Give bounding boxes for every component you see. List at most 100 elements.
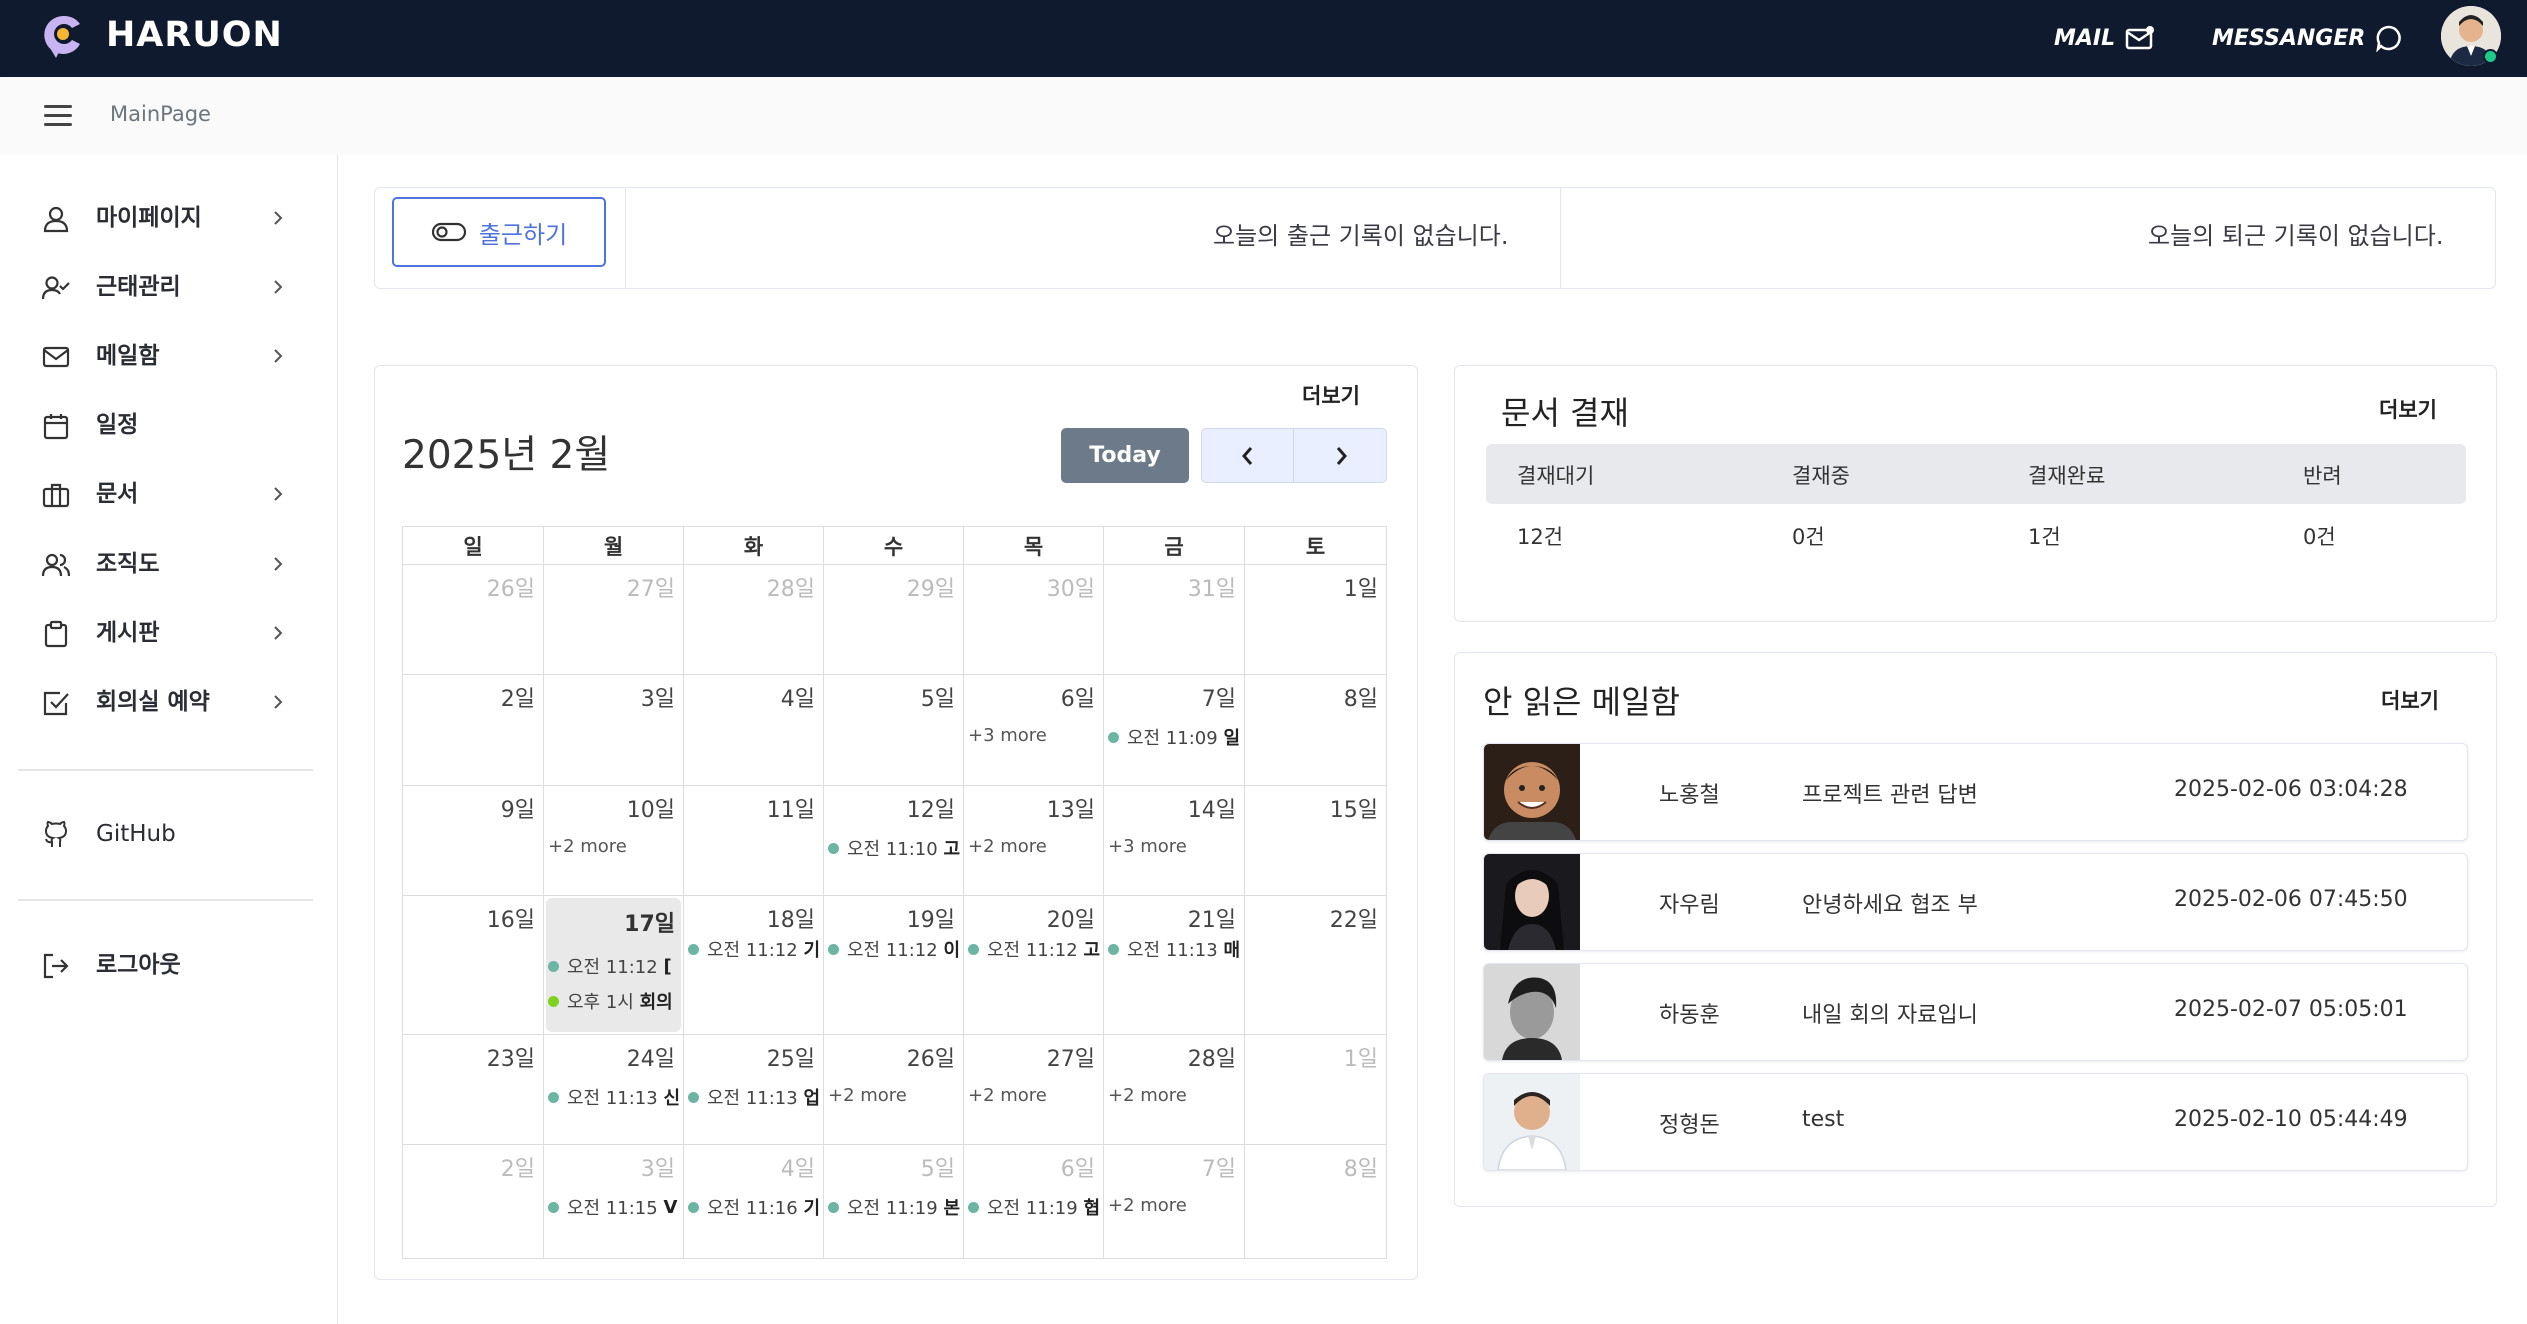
day-cell[interactable]: 29일 (824, 565, 964, 675)
day-cell[interactable]: 20일 오전 11:12 고 (964, 896, 1104, 1035)
sidebar-item-mail[interactable]: 메일함 (0, 326, 338, 386)
calendar-event[interactable]: 오후 1시 회의 (548, 988, 678, 1014)
calendar-event[interactable]: 오전 11:12 고 (968, 936, 1102, 962)
sidebar-item-github[interactable]: GitHub (0, 804, 338, 864)
completed-count[interactable]: 1건 (2028, 521, 2061, 551)
mail-more-link[interactable]: 더보기 (2381, 685, 2439, 715)
day-cell[interactable]: 21일 오전 11:13 매 (1104, 896, 1245, 1035)
day-cell-today[interactable]: 17일 오전 11:12 [ 오후 1시 회의 (544, 896, 684, 1035)
brand-name[interactable]: HARUON (106, 12, 283, 58)
calendar-more-link[interactable]: 더보기 (1302, 380, 1360, 410)
day-cell[interactable]: 10일 +2 more (544, 786, 684, 896)
day-cell[interactable]: 7일 +2 more (1104, 1145, 1245, 1258)
event-dot (968, 1201, 979, 1213)
event-time: 오전 11:19 (987, 1198, 1078, 1219)
calendar-event[interactable]: 오전 11:09 일 (1108, 724, 1243, 750)
day-cell[interactable]: 6일 오전 11:19 협 (964, 1145, 1104, 1258)
day-cell[interactable]: 18일 오전 11:12 기 (684, 896, 824, 1035)
day-cell[interactable]: 3일 오전 11:15 V (544, 1145, 684, 1258)
day-cell[interactable]: 5일 오전 11:19 본 (824, 1145, 964, 1258)
day-cell[interactable]: 1일 (1245, 1035, 1386, 1145)
day-cell[interactable]: 9일 (403, 786, 544, 896)
calendar-event[interactable]: 오전 11:13 매 (1108, 936, 1243, 962)
day-cell[interactable]: 1일 (1245, 565, 1386, 675)
day-cell[interactable]: 4일 (684, 675, 824, 786)
day-cell[interactable]: 8일 (1245, 1145, 1386, 1258)
calendar-event[interactable]: 오전 11:15 V (548, 1194, 682, 1220)
day-cell[interactable]: 11일 (684, 786, 824, 896)
sidebar-item-documents[interactable]: 문서 (0, 464, 338, 524)
day-cell[interactable]: 22일 (1245, 896, 1386, 1035)
day-cell[interactable]: 4일 오전 11:16 기 (684, 1145, 824, 1258)
sidebar-item-schedule[interactable]: 일정 (0, 395, 338, 455)
day-cell[interactable]: 15일 (1245, 786, 1386, 896)
calendar-event[interactable]: 오전 11:12 이 (828, 936, 962, 962)
day-cell[interactable]: 16일 (403, 896, 544, 1035)
day-cell[interactable]: 2일 (403, 1145, 544, 1258)
event-title: V (663, 1196, 678, 1218)
day-cell[interactable]: 28일 +2 more (1104, 1035, 1245, 1145)
sidebar-item-meeting-room[interactable]: 회의실 예약 (0, 672, 338, 732)
more-events-link[interactable]: +2 more (968, 1085, 1047, 1106)
sidebar-item-board[interactable]: 게시판 (0, 603, 338, 663)
day-cell[interactable]: 2일 (403, 675, 544, 786)
messenger-link[interactable]: MESSANGER (2212, 19, 2403, 57)
calendar-event[interactable]: 오전 11:10 고 (828, 835, 962, 861)
rejected-count[interactable]: 0건 (2303, 521, 2336, 551)
day-number: 26일 (486, 577, 535, 602)
sidebar-item-attendance[interactable]: 근태관리 (0, 257, 338, 317)
today-button[interactable]: Today (1061, 428, 1189, 483)
day-cell[interactable]: 31일 (1104, 565, 1245, 675)
mail-row[interactable]: 노홍철 프로젝트 관련 답변 2025-02-06 03:04:28 (1483, 743, 2468, 841)
event-dot (688, 943, 699, 955)
hamburger-menu-icon[interactable] (44, 105, 72, 126)
day-cell[interactable]: 26일 (403, 565, 544, 675)
calendar-event[interactable]: 오전 11:16 기 (688, 1194, 822, 1220)
more-events-link[interactable]: +3 more (968, 725, 1047, 746)
day-cell[interactable]: 13일 +2 more (964, 786, 1104, 896)
in-progress-count[interactable]: 0건 (1792, 521, 1825, 551)
calendar-event[interactable]: 오전 11:12 기 (688, 936, 822, 962)
calendar-event[interactable]: 오전 11:19 본 (828, 1194, 962, 1220)
day-cell[interactable]: 12일 오전 11:10 고 (824, 786, 964, 896)
more-events-link[interactable]: +3 more (1108, 836, 1187, 857)
mail-row[interactable]: 정형돈 test 2025-02-10 05:44:49 (1483, 1073, 2468, 1171)
day-cell[interactable]: 27일 +2 more (964, 1035, 1104, 1145)
sidebar-item-mypage[interactable]: 마이페이지 (0, 188, 338, 248)
mail-link[interactable]: MAIL (2054, 19, 2155, 57)
more-events-link[interactable]: +2 more (968, 836, 1047, 857)
day-cell[interactable]: 28일 (684, 565, 824, 675)
more-events-link[interactable]: +2 more (828, 1085, 907, 1106)
document-more-link[interactable]: 더보기 (2379, 394, 2437, 424)
haruon-logo-icon[interactable] (42, 12, 84, 60)
pending-count[interactable]: 12건 (1517, 521, 1563, 551)
sidebar-item-org-chart[interactable]: 조직도 (0, 534, 338, 594)
calendar-event[interactable]: 오전 11:12 [ (548, 953, 678, 979)
day-cell[interactable]: 30일 (964, 565, 1104, 675)
day-cell[interactable]: 5일 (824, 675, 964, 786)
logout-button[interactable]: 로그아웃 (0, 935, 338, 995)
next-month-button[interactable] (1295, 429, 1387, 482)
mail-row[interactable]: 하동훈 내일 회의 자료입니 2025-02-07 05:05:01 (1483, 963, 2468, 1061)
calendar-event[interactable]: 오전 11:13 업 (688, 1084, 822, 1110)
calendar-event[interactable]: 오전 11:13 신 (548, 1084, 682, 1110)
sidebar-item-label: 마이페이지 (96, 205, 202, 231)
more-events-link[interactable]: +2 more (1108, 1085, 1187, 1106)
day-cell[interactable]: 19일 오전 11:12 이 (824, 896, 964, 1035)
day-cell[interactable]: 7일 오전 11:09 일 (1104, 675, 1245, 786)
mail-row[interactable]: 자우림 안녕하세요 협조 부 2025-02-06 07:45:50 (1483, 853, 2468, 951)
day-cell[interactable]: 3일 (544, 675, 684, 786)
day-cell[interactable]: 27일 (544, 565, 684, 675)
day-cell[interactable]: 6일 +3 more (964, 675, 1104, 786)
calendar-event[interactable]: 오전 11:19 협 (968, 1194, 1102, 1220)
more-events-link[interactable]: +2 more (548, 836, 627, 857)
day-cell[interactable]: 23일 (403, 1035, 544, 1145)
check-in-button[interactable]: 출근하기 (392, 197, 606, 267)
more-events-link[interactable]: +2 more (1108, 1195, 1187, 1216)
day-cell[interactable]: 26일 +2 more (824, 1035, 964, 1145)
day-cell[interactable]: 14일 +3 more (1104, 786, 1245, 896)
prev-month-button[interactable] (1202, 429, 1294, 482)
day-cell[interactable]: 8일 (1245, 675, 1386, 786)
day-cell[interactable]: 24일 오전 11:13 신 (544, 1035, 684, 1145)
day-cell[interactable]: 25일 오전 11:13 업 (684, 1035, 824, 1145)
